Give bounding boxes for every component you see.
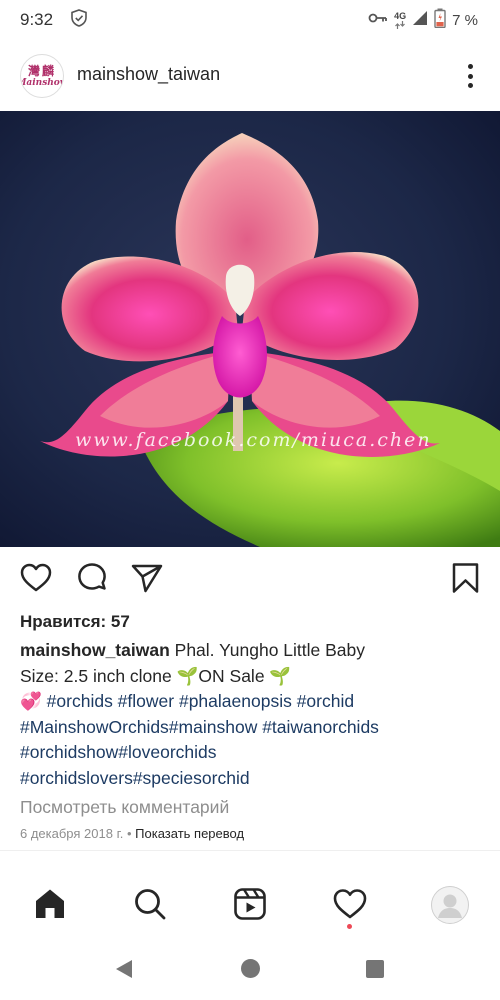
caption-line-2: Size: 2.5 inch clone 🌱ON Sale 🌱: [20, 665, 292, 686]
author-username[interactable]: mainshow_taiwan: [77, 64, 220, 85]
author-avatar[interactable]: 灣麟 Mainshow: [20, 54, 64, 98]
reels-icon[interactable]: [232, 886, 268, 922]
comment-icon[interactable]: [75, 561, 109, 595]
home-icon[interactable]: [32, 886, 68, 922]
likes-count[interactable]: Нравится: 57: [20, 612, 130, 632]
post-date: 6 декабря 2018 г.: [20, 826, 124, 841]
post-meta: 6 декабря 2018 г. • Показать перевод: [20, 826, 244, 841]
caption-line-1: mainshow_taiwan Phal. Yungho Little Baby: [20, 640, 366, 660]
activity-heart-icon[interactable]: [332, 886, 368, 922]
status-bar: 9:32 4G 7 %: [0, 0, 500, 40]
more-options-icon[interactable]: [464, 62, 476, 90]
post-photo[interactable]: www.facebook.com/miuca.chen: [0, 111, 500, 547]
bottom-nav: [0, 878, 500, 934]
avatar-logo-subtext: Mainshow: [21, 77, 63, 88]
send-icon[interactable]: [130, 561, 164, 595]
battery-percent: 7 %: [452, 11, 478, 29]
avatar-logo-text: 灣麟: [27, 63, 56, 78]
post-actions: [0, 559, 500, 599]
hashtags[interactable]: #MainshowOrchids#mainshow #taiwanorchids: [20, 715, 485, 741]
cell-signal-icon: [412, 10, 428, 30]
bookmark-icon[interactable]: [449, 561, 483, 595]
back-triangle-icon[interactable]: [114, 958, 134, 985]
shield-check-icon: [69, 8, 89, 33]
status-time: 9:32: [20, 10, 54, 29]
battery-icon: [434, 8, 446, 32]
photo-watermark: www.facebook.com/miuca.chen: [75, 429, 432, 451]
post-caption: mainshow_taiwan Phal. Yungho Little Baby…: [20, 638, 485, 791]
translate-link[interactable]: Показать перевод: [135, 826, 244, 841]
recents-square-icon[interactable]: [365, 959, 385, 984]
caption-author[interactable]: mainshow_taiwan: [20, 640, 170, 660]
network-indicator: 4G: [394, 11, 406, 29]
caption-line-3: 💞 #orchids #flower #phalaenopsis #orchid: [20, 691, 355, 711]
hashtags[interactable]: #orchidslovers#speciesorchid: [20, 766, 485, 792]
search-icon[interactable]: [132, 886, 168, 922]
view-comments-link[interactable]: Посмотреть комментарий: [20, 797, 229, 818]
post-header: 灣麟 Mainshow mainshow_taiwan: [0, 50, 500, 102]
status-right: 4G 7 %: [368, 0, 478, 40]
notification-dot: [347, 924, 352, 929]
like-heart-icon[interactable]: [19, 561, 53, 595]
profile-avatar[interactable]: [431, 886, 469, 924]
vpn-key-icon: [368, 11, 388, 29]
hashtags[interactable]: #orchidshow#loveorchids: [20, 740, 485, 766]
meta-separator: •: [126, 826, 132, 841]
system-nav-bar: [0, 942, 500, 1000]
hashtags[interactable]: #orchids #flower #phalaenopsis #orchid: [47, 691, 354, 711]
divider: [0, 850, 500, 851]
home-circle-icon[interactable]: [240, 958, 261, 984]
